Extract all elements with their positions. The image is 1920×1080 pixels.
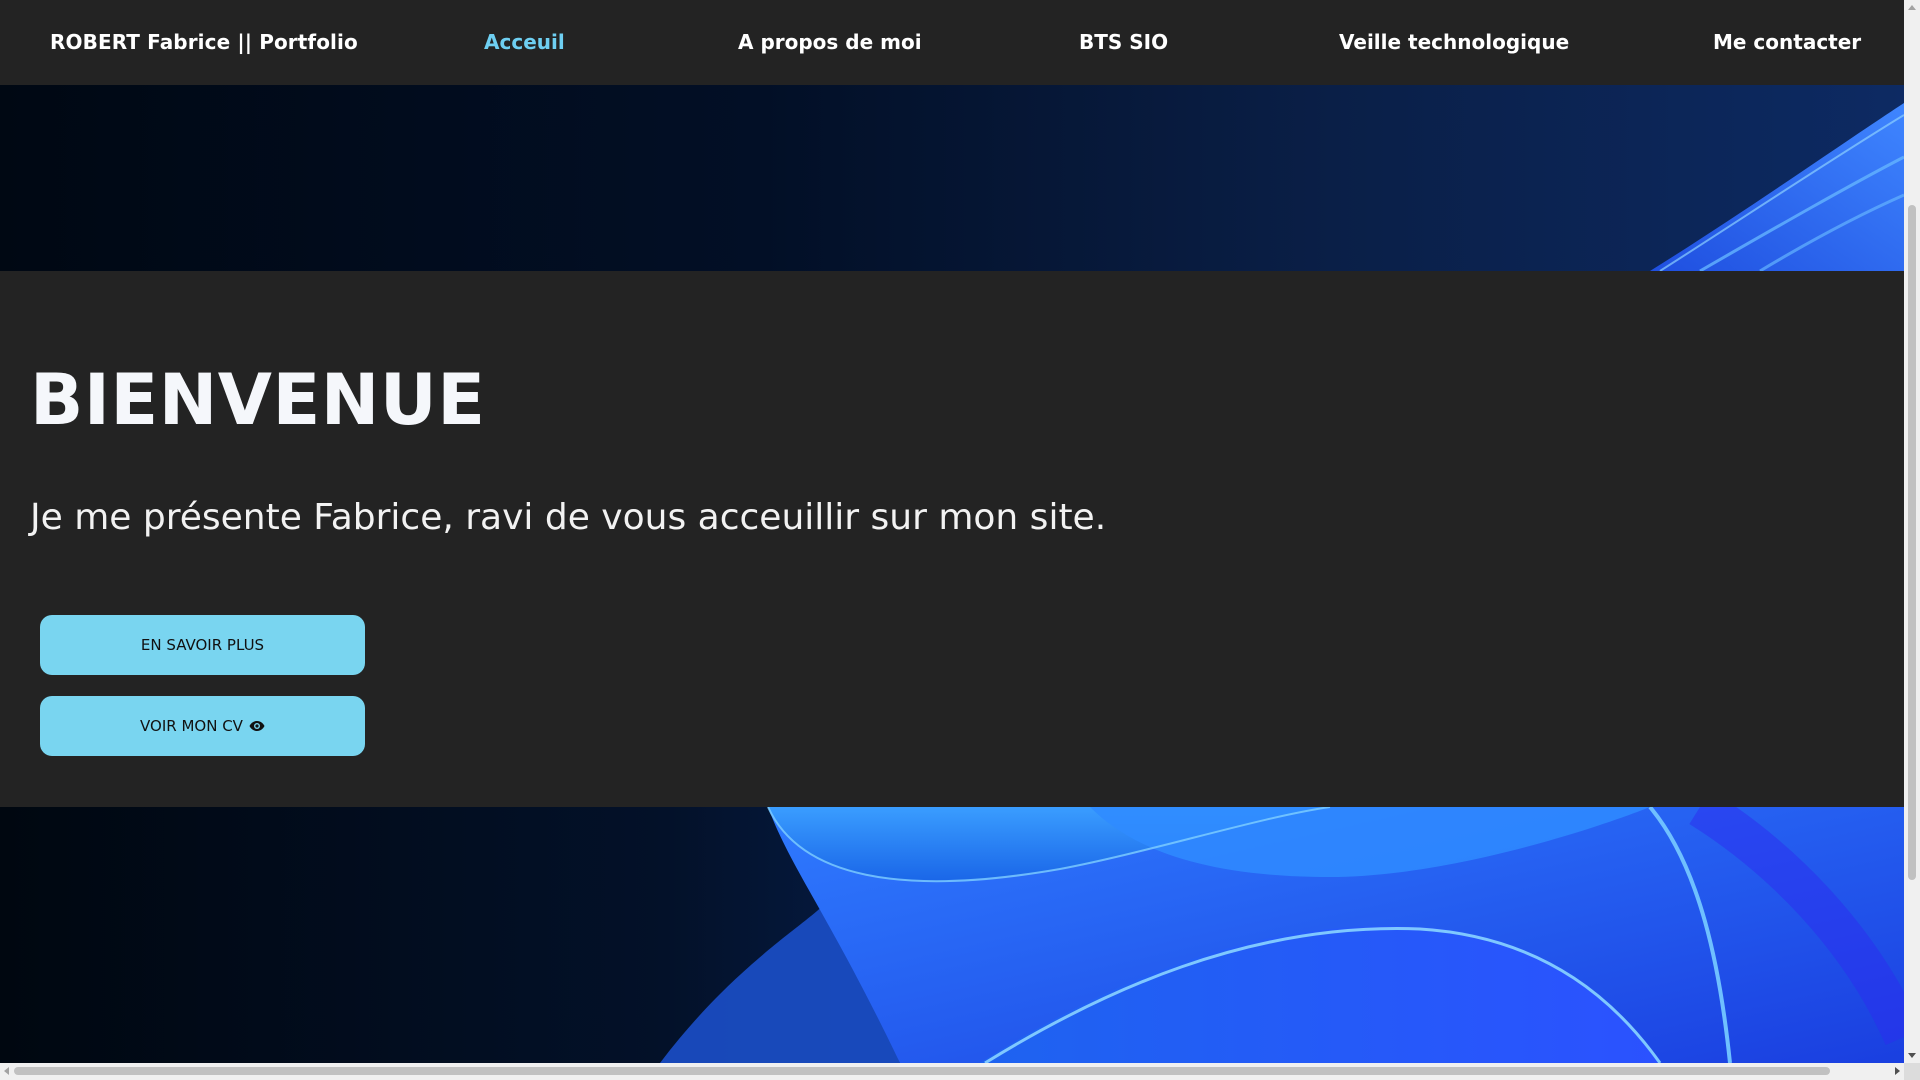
nav-link-bts-sio[interactable]: BTS SIO — [1079, 30, 1168, 54]
view-cv-label: VOIR MON CV — [140, 717, 243, 735]
hero-title: BIENVENUE — [30, 359, 486, 441]
navbar: ROBERT Fabrice || Portfolio Acceuil A pr… — [0, 0, 1904, 85]
horizontal-scrollbar-thumb[interactable] — [14, 1067, 1830, 1075]
horizontal-scrollbar[interactable] — [0, 1063, 1904, 1080]
eye-icon — [249, 720, 265, 732]
site-brand[interactable]: ROBERT Fabrice || Portfolio — [50, 30, 358, 54]
hero-banner-top — [0, 85, 1904, 271]
scroll-right-icon[interactable] — [1895, 1067, 1900, 1075]
learn-more-button[interactable]: EN SAVOIR PLUS — [40, 615, 365, 675]
hero-banner-bottom — [0, 807, 1904, 1063]
view-cv-button[interactable]: VOIR MON CV — [40, 696, 365, 756]
wave-decoration-bottom — [660, 807, 1904, 1063]
page: ROBERT Fabrice || Portfolio Acceuil A pr… — [0, 0, 1904, 1063]
nav-link-acceuil[interactable]: Acceuil — [484, 30, 565, 54]
vertical-scrollbar[interactable] — [1904, 0, 1920, 1063]
vertical-scrollbar-thumb[interactable] — [1908, 205, 1916, 880]
scroll-up-icon[interactable] — [1908, 5, 1916, 10]
scrollbar-corner — [1904, 1063, 1920, 1080]
hero-section: BIENVENUE Je me présente Fabrice, ravi d… — [0, 271, 1904, 807]
scroll-down-icon[interactable] — [1908, 1053, 1916, 1058]
hero-subtitle: Je me présente Fabrice, ravi de vous acc… — [30, 497, 1107, 538]
wave-decoration-top — [1650, 103, 1904, 271]
nav-link-veille[interactable]: Veille technologique — [1339, 30, 1569, 54]
nav-link-a-propos[interactable]: A propos de moi — [738, 30, 922, 54]
scroll-left-icon[interactable] — [4, 1067, 9, 1075]
learn-more-label: EN SAVOIR PLUS — [140, 636, 265, 654]
nav-link-contact[interactable]: Me contacter — [1713, 30, 1861, 54]
